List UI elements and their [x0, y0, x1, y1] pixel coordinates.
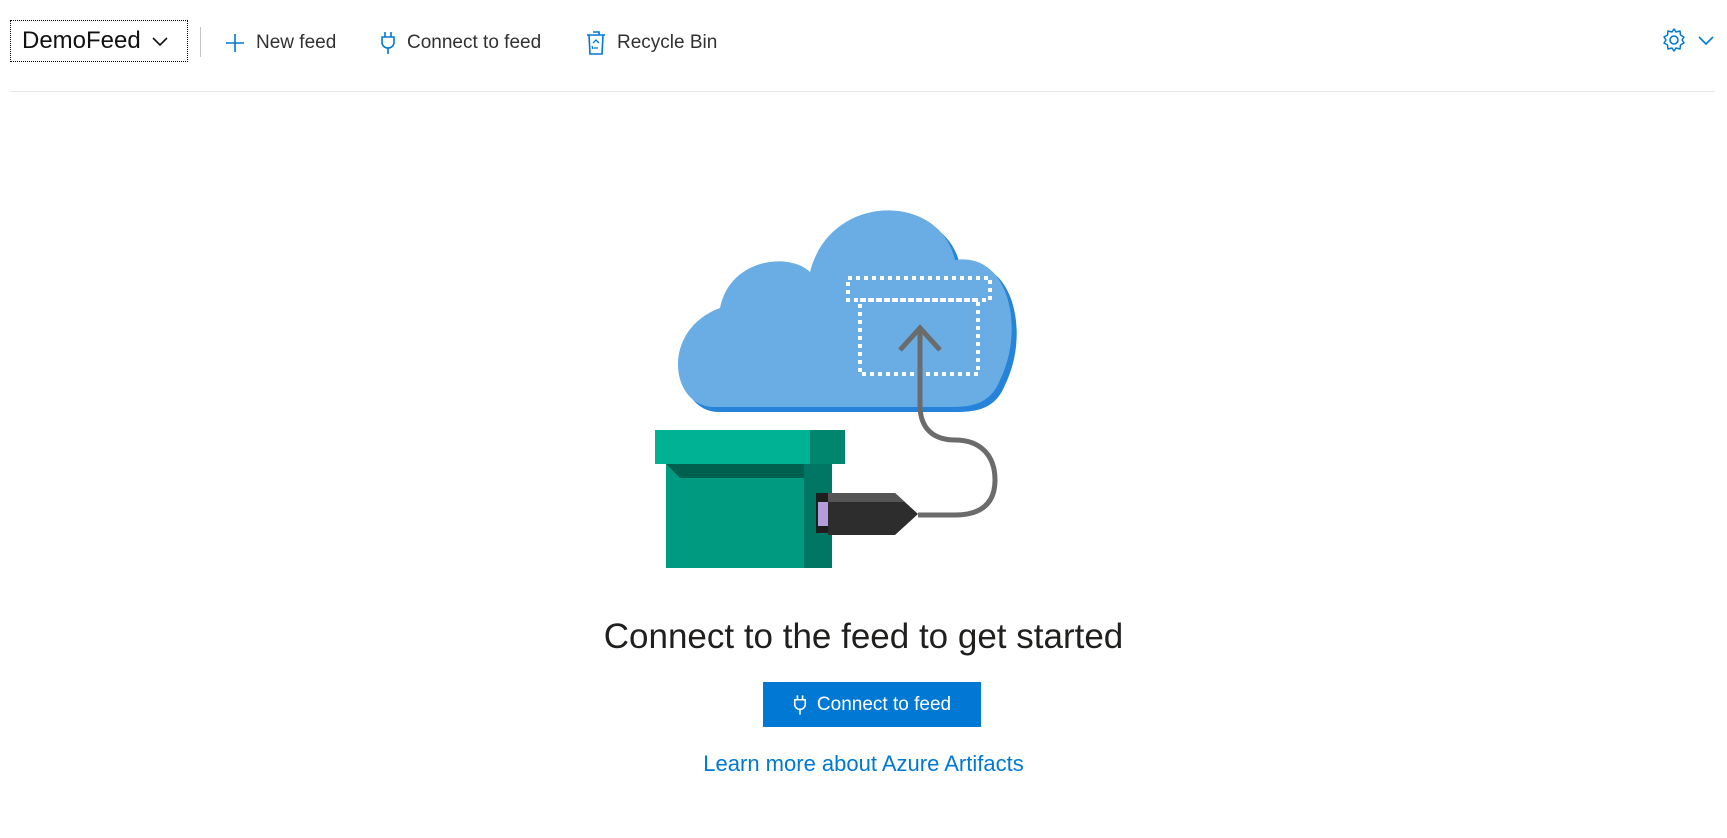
cloud-shape: [677, 210, 1012, 407]
toolbar: DemoFeed New feed Connect to feed Recycl…: [10, 0, 1715, 92]
learn-more-link[interactable]: Learn more about Azure Artifacts: [703, 751, 1023, 776]
cloud-connection-illustration: [655, 210, 1017, 568]
usb-light: [818, 502, 828, 526]
new-feed-button[interactable]: New feed: [225, 27, 336, 59]
recycle-bin-icon: [586, 31, 606, 55]
toolbar-divider: [200, 27, 201, 57]
chevron-down-icon: [1697, 33, 1715, 51]
settings-menu[interactable]: [1661, 26, 1715, 58]
recycle-bin-label: Recycle Bin: [617, 32, 718, 53]
box-body: [666, 464, 804, 568]
chevron-down-icon: [151, 35, 169, 47]
connect-to-feed-primary-button[interactable]: Connect to feed: [763, 682, 981, 727]
recycle-bin-button[interactable]: Recycle Bin: [586, 27, 717, 59]
connect-to-feed-primary-label: Connect to feed: [816, 693, 952, 715]
connect-to-feed-button[interactable]: Connect to feed: [380, 27, 541, 59]
box-lid-side: [810, 430, 845, 464]
feed-picker[interactable]: DemoFeed: [10, 20, 188, 62]
learn-more-container: Learn more about Azure Artifacts: [0, 751, 1727, 777]
usb-plug-highlight: [828, 493, 905, 502]
plug-icon: [380, 31, 396, 55]
gear-icon: [1661, 27, 1687, 58]
page-title: Connect to the feed to get started: [603, 617, 1124, 656]
feed-name: DemoFeed: [22, 27, 141, 54]
connect-to-feed-label: Connect to feed: [407, 32, 542, 53]
new-feed-label: New feed: [256, 32, 337, 53]
plug-icon: [793, 694, 807, 716]
plus-icon: [225, 33, 245, 53]
box-lid-shadow: [666, 464, 804, 478]
